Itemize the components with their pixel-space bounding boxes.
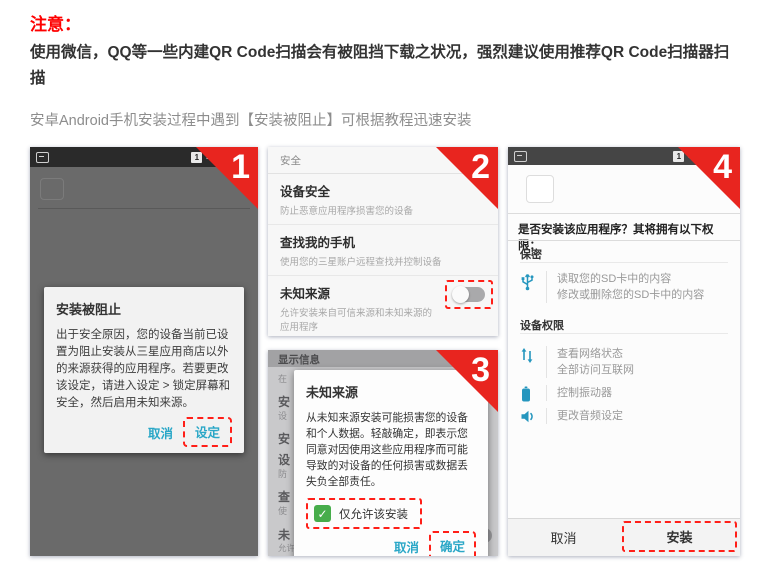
audio-icon — [520, 408, 546, 424]
dimmed-text: 查 — [278, 488, 290, 505]
permission-lines: 更改音频设定 — [546, 408, 623, 424]
permission-audio: 更改音频设定 — [520, 408, 623, 424]
unknown-sources-toggle[interactable] — [453, 287, 485, 302]
dimmed-text: 设 — [278, 409, 287, 422]
permission-lines: 查看网络状态 全部访问互联网 — [546, 346, 634, 378]
install-question: 是否安装该应用程序？其将拥有以下权限： — [518, 221, 734, 253]
sd-card-icon — [36, 152, 49, 163]
allow-once-checkbox[interactable]: ✓ — [314, 505, 331, 522]
dialog-buttons: 取消 设定 — [56, 417, 232, 447]
dialog-buttons: 取消 确定 — [306, 531, 476, 556]
dimmed-text: 防 — [278, 467, 287, 480]
network-icon — [520, 346, 546, 364]
permission-lines: 控制振动器 — [546, 385, 612, 401]
cancel-button[interactable]: 取消 — [508, 519, 619, 556]
permission-vibration: 控制振动器 — [520, 385, 612, 403]
permission-line: 查看网络状态 — [557, 346, 634, 362]
vibration-icon — [520, 385, 546, 403]
permission-lines: 读取您的SD卡中的内容 修改或删除您的SD卡中的内容 — [546, 271, 704, 303]
checkbox-label: 仅允许该安装 — [339, 506, 408, 522]
screenshot-step3: 显示信息 在 安 设 安 设 防 查 使 未 允许安装来自可信来源和未知来源的应… — [268, 350, 498, 556]
dimmed-text: 安 — [278, 430, 290, 447]
settings-item-unknown-sources[interactable]: 未知来源 允许安装来自可信来源和未知来源的应用程序 — [268, 276, 498, 336]
note-title: 注意： — [30, 10, 81, 35]
section-label-privacy: 保密 — [520, 246, 542, 262]
dialog-title: 安装被阻止 — [56, 299, 232, 318]
app-icon-placeholder — [40, 178, 64, 200]
step-number: 1 — [231, 147, 250, 187]
screenshot-step2: 安全 设备安全 防止恶意应用程序损害您的设备 查找我的手机 使用您的三星账户远程… — [268, 147, 498, 336]
dialog-body: 出于安全原因，您的设备当前已设置为阻止安装从三星应用商店以外的来源获得的应用程序… — [56, 327, 232, 412]
item-subtitle: 允许安装来自可信来源和未知来源的应用程序 — [280, 305, 440, 333]
ok-button[interactable]: 确定 — [440, 540, 465, 554]
sd-card-icon — [514, 151, 527, 162]
settings-item-find-my-phone[interactable]: 查找我的手机 使用您的三星账户远程查找并控制设备 — [268, 225, 498, 276]
usb-icon — [520, 271, 546, 291]
subtitle: 安卓Android手机安装过程中遇到【安装被阻止】可根据教程迅速安装 — [30, 109, 471, 130]
step-number: 2 — [471, 147, 490, 187]
divider — [508, 240, 740, 241]
screenshot-step4: 1 4G 7 是否安装该应用程序？其将拥有以下权限： 保密 — [508, 147, 740, 556]
settings-button[interactable]: 设定 — [195, 426, 220, 440]
item-subtitle: 使用您的三星账户远程查找并控制设备 — [280, 254, 486, 268]
permission-network: 查看网络状态 全部访问互联网 — [520, 346, 634, 378]
step-number: 4 — [713, 147, 732, 187]
item-title: 查找我的手机 — [280, 232, 486, 251]
install-blocked-dialog: 安装被阻止 出于安全原因，您的设备当前已设置为阻止安装从三星应用商店以外的来源获… — [44, 287, 244, 453]
permission-line: 修改或删除您的SD卡中的内容 — [557, 287, 704, 303]
install-button-bar: 取消 安装 — [508, 518, 740, 556]
install-button[interactable]: 安装 — [622, 521, 737, 552]
divider — [520, 333, 728, 334]
dialog-body: 从未知来源安装可能损害您的设备和个人数据。轻敲确定，即表示您同意对因使用这些应用… — [306, 410, 476, 490]
permission-line: 更改音频设定 — [557, 408, 623, 424]
dimmed-text: 使 — [278, 504, 287, 517]
permission-line: 全部访问互联网 — [557, 362, 634, 378]
dimmed-text: 设 — [278, 451, 290, 468]
note-body: 使用微信，QQ等一些内建QR Code扫描会有被阻挡下载之状况，强烈建议使用推荐… — [30, 40, 744, 92]
permission-line: 读取您的SD卡中的内容 — [557, 271, 704, 287]
app-icon-placeholder — [526, 175, 554, 203]
cancel-button[interactable]: 取消 — [140, 418, 181, 447]
divider — [508, 213, 740, 214]
divider — [520, 262, 728, 263]
settings-highlight-box: 设定 — [183, 417, 232, 447]
permission-storage: 读取您的SD卡中的内容 修改或删除您的SD卡中的内容 — [520, 271, 704, 303]
permission-line: 控制振动器 — [557, 385, 612, 401]
tutorial-page: 注意： 使用微信，QQ等一些内建QR Code扫描会有被阻挡下载之状况，强烈建议… — [0, 0, 767, 570]
dimmed-text: 未 — [278, 526, 290, 543]
dimmed-text: 在 — [278, 372, 287, 385]
section-label-device: 设备权限 — [520, 317, 564, 333]
dimmed-text: 安 — [278, 393, 290, 410]
screenshot-step1: 1 4G 7 安装被阻止 出于安全原因，您的设备当前已设置为阻止安装从三星应用商… — [30, 147, 258, 556]
checkbox-highlight-box: ✓ 仅允许该安装 — [306, 498, 422, 529]
cancel-button[interactable]: 取消 — [386, 532, 427, 557]
ok-highlight-box: 确定 — [429, 531, 476, 556]
toggle-highlight-box — [445, 280, 493, 309]
step-number: 3 — [471, 350, 490, 390]
